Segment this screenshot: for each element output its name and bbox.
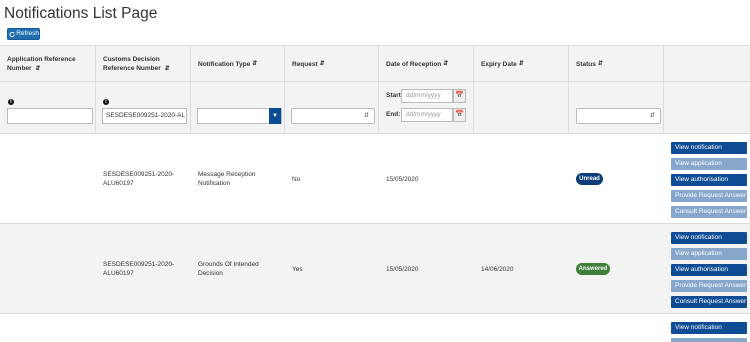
date-of-reception-cell: 15/05/2020 <box>386 265 419 273</box>
date-end-input[interactable]: dd/mm/yyyy <box>401 108 453 122</box>
consult-request-answer-button[interactable]: Consult Request Answer <box>671 296 747 308</box>
filter-customs-decision: i SESDESE009251-2020-AL <box>96 82 191 134</box>
customs-decision-cell: SESDESE009251-2020-ALU60197 <box>103 261 175 277</box>
refresh-label: Refresh <box>16 30 39 37</box>
refresh-button[interactable]: Refresh <box>7 28 40 40</box>
view-application-button[interactable]: View application <box>671 248 747 260</box>
table-header: Application Reference Number ⇵ Customs D… <box>0 45 750 83</box>
filter-application-reference: i <box>0 82 96 134</box>
info-icon: i <box>8 99 14 105</box>
calendar-icon[interactable]: 📅 <box>453 108 466 122</box>
notification-type-cell: Grounds Of Intended Decision <box>198 261 259 277</box>
date-start-input[interactable]: dd/mm/yyyy <box>401 89 453 103</box>
calendar-icon[interactable]: 📅 <box>453 89 466 103</box>
view-application-button[interactable]: View application <box>671 158 747 170</box>
view-authorisation-button[interactable]: View authorisation <box>671 174 747 186</box>
view-notification-button[interactable]: View notification <box>671 142 747 154</box>
column-header-expiry-date[interactable]: Expiry Date ⇵ <box>474 46 569 83</box>
filter-status: ⇵ <box>569 82 664 134</box>
request-cell: Yes <box>292 265 303 273</box>
filter-actions <box>664 82 750 134</box>
date-of-reception-cell: 15/05/2020 <box>386 175 419 183</box>
provide-request-answer-button[interactable]: Provide Request Answer <box>671 190 747 202</box>
sort-icon: ⇵ <box>35 66 41 72</box>
view-application-button[interactable] <box>671 338 747 342</box>
page-title: Notifications List Page <box>4 5 158 22</box>
notification-type-filter-select[interactable]: ▼ <box>197 108 282 124</box>
sort-icon: ⇵ <box>319 61 325 67</box>
info-icon: i <box>103 99 109 105</box>
view-authorisation-button[interactable]: View authorisation <box>671 264 747 276</box>
column-header-notification-type[interactable]: Notification Type ⇵ <box>191 46 285 83</box>
status-filter-select[interactable]: ⇵ <box>576 108 661 124</box>
sort-icon: ⇵ <box>164 66 170 72</box>
column-header-request[interactable]: Request ⇵ <box>285 46 379 83</box>
filter-date-of-reception: Start: dd/mm/yyyy 📅 End: dd/mm/yyyy 📅 <box>379 82 474 134</box>
table-row: View notification <box>0 314 750 342</box>
view-notification-button[interactable]: View notification <box>671 232 747 244</box>
filter-notification-type: ▼ <box>191 82 285 134</box>
filter-expiry-date <box>474 82 569 134</box>
sort-icon: ⇵ <box>518 61 524 67</box>
view-notification-button[interactable]: View notification <box>671 322 747 334</box>
column-header-date-of-reception[interactable]: Date of Reception ⇵ <box>379 46 474 83</box>
request-cell: No <box>292 175 301 183</box>
filter-row: i i SESDESE009251-2020-AL ▼ ⇵ Start: dd/… <box>0 82 750 134</box>
customs-decision-filter-input[interactable]: SESDESE009251-2020-AL <box>102 108 187 124</box>
refresh-icon <box>9 31 15 37</box>
column-header-application-reference[interactable]: Application Reference Number ⇵ <box>0 46 96 83</box>
column-header-status[interactable]: Status ⇵ <box>569 46 664 83</box>
application-reference-cell <box>0 134 96 224</box>
application-reference-filter-input[interactable] <box>7 108 93 124</box>
request-filter-select[interactable]: ⇵ <box>291 108 375 124</box>
customs-decision-cell: SESDESE009251-2020-ALU60197 <box>103 171 175 187</box>
provide-request-answer-button[interactable]: Provide Request Answer <box>671 280 747 292</box>
date-end-label: End: <box>386 111 401 118</box>
filter-request: ⇵ <box>285 82 379 134</box>
sort-icon: ⇵ <box>252 61 258 67</box>
sort-icon: ⇵ <box>597 61 603 67</box>
sort-icon: ⇵ <box>363 113 369 119</box>
consult-request-answer-button[interactable]: Consult Request Answer <box>671 206 747 218</box>
column-header-customs-decision[interactable]: Customs Decision Reference Number ⇵ <box>96 46 191 83</box>
sort-icon: ⇵ <box>443 61 449 67</box>
sort-icon: ⇵ <box>649 113 655 119</box>
chevron-down-icon[interactable]: ▼ <box>269 108 281 124</box>
expiry-date-cell: 14/06/2020 <box>481 265 514 273</box>
column-header-actions <box>664 46 750 83</box>
status-badge: Answered <box>576 263 610 275</box>
application-reference-cell <box>0 224 96 314</box>
table-row: SESDESE009251-2020-ALU60197 Grounds Of I… <box>0 224 750 314</box>
expiry-date-cell <box>474 134 569 224</box>
notification-type-cell: Message Reception Notification <box>198 171 256 187</box>
table-row: SESDESE009251-2020-ALU60197 Message Rece… <box>0 134 750 224</box>
status-badge: Unread <box>576 173 603 185</box>
